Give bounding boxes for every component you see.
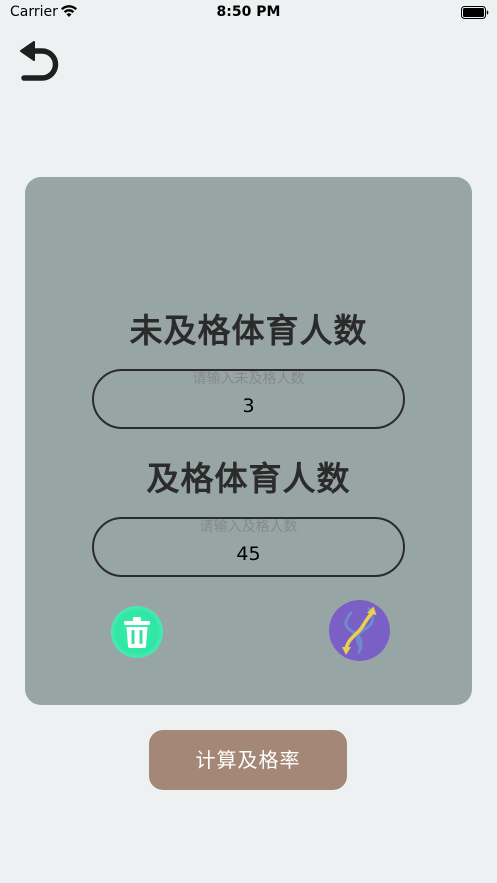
back-arrow-icon (20, 41, 59, 81)
failed-count-title: 未及格体育人数 (129, 311, 368, 350)
swap-arrows-icon (342, 606, 377, 655)
status-time: 8:50 PM (216, 4, 281, 20)
failed-count-placeholder: 请输入未及格人数 (192, 371, 305, 387)
passed-count-input[interactable]: 请输入及格人数 45 (92, 517, 405, 577)
passed-count-placeholder: 请输入及格人数 (199, 519, 298, 535)
calculate-pass-rate-button[interactable]: 计算及格率 (149, 730, 347, 790)
status-bar: Carrier 8:50 PM (0, 0, 497, 26)
trash-icon (124, 617, 150, 648)
failed-count-value: 3 (242, 395, 255, 417)
passed-count-value: 45 (236, 543, 261, 565)
calculator-card: 未及格体育人数 请输入未及格人数 3 及格体育人数 请输入及格人数 45 (25, 177, 472, 705)
clear-button[interactable] (111, 606, 163, 658)
failed-count-input[interactable]: 请输入未及格人数 3 (92, 369, 405, 429)
back-button[interactable] (12, 38, 60, 84)
swap-button[interactable] (329, 600, 390, 661)
passed-count-title: 及格体育人数 (146, 459, 351, 498)
battery-icon (461, 6, 489, 19)
